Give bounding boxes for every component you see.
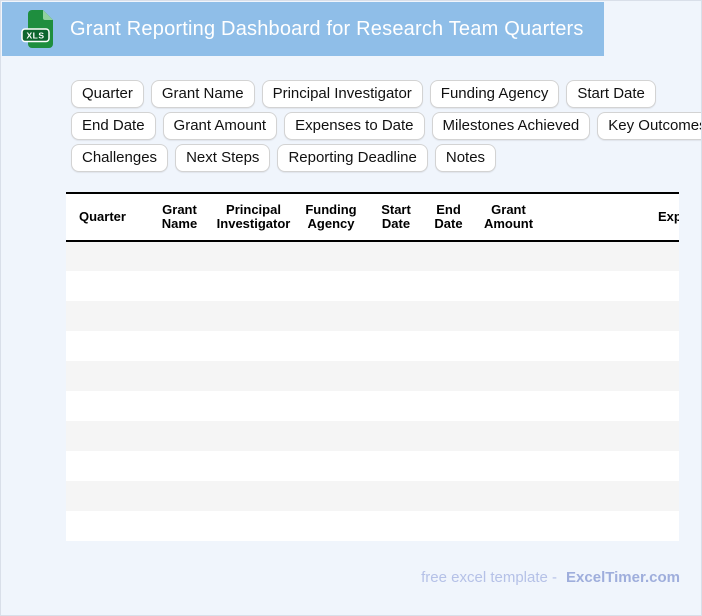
chip-row-2: End Date Grant Amount Expenses to Date M… — [71, 112, 701, 140]
filter-chip-quarter[interactable]: Quarter — [71, 80, 144, 108]
filter-chip-milestones-achieved[interactable]: Milestones Achieved — [431, 112, 591, 140]
filter-chip-challenges[interactable]: Challenges — [71, 144, 169, 172]
column-header-quarter: Quarter — [66, 192, 143, 242]
xls-file-icon: XLS — [21, 10, 53, 48]
filter-chips: Quarter Grant Name Principal Investigato… — [71, 80, 701, 176]
filter-chip-grant-amount[interactable]: Grant Amount — [162, 112, 278, 140]
column-header-grant-amount: Grant Amount — [476, 192, 541, 242]
column-header-start-date: Start Date — [371, 192, 421, 242]
filter-chip-key-outcomes[interactable]: Key Outcomes — [597, 112, 701, 140]
header-bar: XLS Grant Reporting Dashboard for Resear… — [2, 2, 604, 56]
column-header-funding-agency: Funding Agency — [291, 192, 371, 242]
filter-chip-next-steps[interactable]: Next Steps — [175, 144, 271, 172]
grants-table: Quarter Grant Name Principal Investigato… — [66, 192, 679, 541]
table-row — [66, 451, 679, 481]
footer-tagline: free excel template - — [421, 569, 558, 586]
filter-chip-principal-investigator[interactable]: Principal Investigator — [261, 80, 423, 108]
table-row — [66, 271, 679, 301]
filter-chip-reporting-deadline[interactable]: Reporting Deadline — [277, 144, 428, 172]
xls-badge-label: XLS — [26, 31, 44, 41]
table-row — [66, 301, 679, 331]
column-header-end-date: End Date — [421, 192, 476, 242]
column-header-expenses-to-date: Expenses to Date — [541, 192, 679, 242]
chip-row-1: Quarter Grant Name Principal Investigato… — [71, 80, 701, 108]
table-row — [66, 391, 679, 421]
table-body — [66, 241, 679, 541]
footer: free excel template - ExcelTimer.com — [421, 569, 680, 586]
table-row — [66, 421, 679, 451]
page-title: Grant Reporting Dashboard for Research T… — [70, 17, 584, 40]
table-row — [66, 481, 679, 511]
footer-brand-link[interactable]: ExcelTimer.com — [566, 569, 680, 586]
column-header-principal-investigator: Principal Investigator — [216, 192, 291, 242]
table-row — [66, 361, 679, 391]
chip-row-3: Challenges Next Steps Reporting Deadline… — [71, 144, 701, 172]
filter-chip-start-date[interactable]: Start Date — [566, 80, 656, 108]
filter-chip-expenses-to-date[interactable]: Expenses to Date — [284, 112, 425, 140]
filter-chip-grant-name[interactable]: Grant Name — [150, 80, 255, 108]
table-row — [66, 241, 679, 271]
table-header: Quarter Grant Name Principal Investigato… — [66, 192, 679, 242]
table-row — [66, 511, 679, 541]
filter-chip-notes[interactable]: Notes — [434, 144, 497, 172]
app-container: XLS Grant Reporting Dashboard for Resear… — [0, 0, 702, 616]
filter-chip-end-date[interactable]: End Date — [71, 112, 156, 140]
filter-chip-funding-agency[interactable]: Funding Agency — [429, 80, 560, 108]
table-row — [66, 331, 679, 361]
column-header-grant-name: Grant Name — [143, 192, 216, 242]
grants-table-viewport: Quarter Grant Name Principal Investigato… — [66, 192, 679, 541]
